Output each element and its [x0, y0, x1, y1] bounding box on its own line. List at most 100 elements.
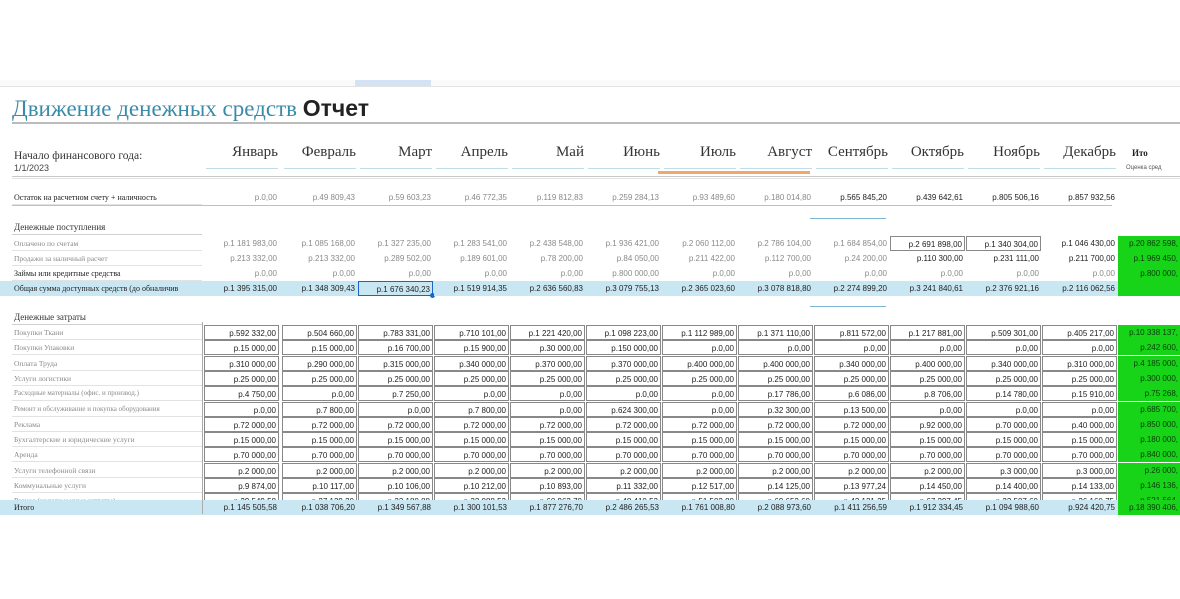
cell-value[interactable]: р.1 098 223,00 — [586, 325, 661, 340]
month-header[interactable]: Июнь — [584, 144, 660, 161]
cell-value[interactable]: р.15 000,00 — [434, 432, 509, 448]
cell-value[interactable]: р.15 000,00 — [966, 432, 1041, 448]
cell-value[interactable]: р.1 046 430,00 — [1042, 236, 1117, 251]
cell-value[interactable]: р.15 000,00 — [510, 432, 585, 448]
cell-value[interactable]: р.0,00 — [662, 386, 737, 402]
total-cell[interactable]: р.840 000, — [1118, 447, 1180, 463]
cell-value[interactable]: р.592 332,00 — [204, 325, 279, 340]
cell-value[interactable]: р.2 000,00 — [358, 462, 433, 478]
cell-value[interactable]: р.70 000,00 — [510, 447, 585, 463]
cell-value[interactable]: р.0,00 — [1042, 340, 1117, 356]
row-label[interactable]: Покупки Ткани — [12, 325, 202, 340]
cell-value[interactable]: р.340 000,00 — [814, 355, 889, 371]
cell-value[interactable]: р.14 125,00 — [738, 478, 813, 493]
total-cell[interactable]: р.10 338 137, — [1118, 325, 1180, 340]
cell-value[interactable]: р.15 000,00 — [586, 432, 661, 448]
cell-value[interactable]: р.72 000,00 — [204, 416, 279, 432]
cell-value[interactable]: р.25 000,00 — [586, 370, 661, 386]
cell-value[interactable]: р.7 800,00 — [282, 401, 357, 417]
cell-value[interactable]: р.15 000,00 — [204, 432, 279, 448]
cell-value[interactable]: р.0,00 — [890, 401, 965, 417]
cell-value[interactable]: р.180 014,80 — [738, 190, 813, 205]
cell-value[interactable]: р.15 000,00 — [358, 432, 433, 448]
cell-value[interactable]: р.0,00 — [510, 266, 585, 281]
cell-value[interactable]: р.370 000,00 — [510, 355, 585, 371]
cell-value[interactable]: р.2 000,00 — [662, 462, 737, 478]
cell-value[interactable]: р.0,00 — [586, 386, 661, 402]
row-label[interactable]: Итого — [12, 500, 202, 515]
cell-value[interactable]: р.1 038 706,20 — [282, 500, 357, 515]
cell-value[interactable]: р.15 000,00 — [890, 432, 965, 448]
cell-value[interactable]: р.72 000,00 — [586, 416, 661, 432]
cell-value[interactable]: р.3 079 755,13 — [586, 281, 661, 296]
cell-value[interactable]: р.0,00 — [966, 401, 1041, 417]
cell-value[interactable]: р.25 000,00 — [814, 370, 889, 386]
row-label[interactable]: Расходные материалы (офис. и производ.) — [12, 386, 202, 402]
cell-value[interactable]: р.46 772,35 — [434, 190, 509, 205]
month-header[interactable]: Декабрь — [1040, 144, 1116, 161]
cell-value[interactable]: р.2 438 548,00 — [510, 236, 585, 251]
cell-value[interactable]: р.1 221 420,00 — [510, 325, 585, 340]
cell-value[interactable]: р.2 000,00 — [586, 462, 661, 478]
row-label[interactable]: Оплата Труда — [12, 356, 202, 371]
month-header[interactable]: Июль — [660, 144, 736, 161]
cell-value[interactable]: р.783 331,00 — [358, 325, 433, 340]
cell-value[interactable]: р.25 000,00 — [434, 370, 509, 386]
cell-value[interactable]: р.1 395 315,00 — [204, 281, 279, 296]
total-cell[interactable]: р.1 969 450, — [1118, 251, 1180, 266]
cell-value[interactable]: р.2 786 104,00 — [738, 236, 813, 251]
cell-value[interactable]: р.0,00 — [814, 266, 889, 281]
cell-value[interactable]: р.72 000,00 — [434, 416, 509, 432]
cell-value[interactable]: р.110 300,00 — [890, 251, 965, 266]
month-header[interactable]: Февраль — [280, 144, 356, 161]
cell-value[interactable]: р.7 250,00 — [358, 386, 433, 402]
total-cell[interactable]: р.300 000, — [1118, 370, 1180, 386]
cell-value[interactable]: р.72 000,00 — [662, 416, 737, 432]
cell-value[interactable]: р.0,00 — [662, 340, 737, 356]
cell-value[interactable]: р.1 094 988,60 — [966, 500, 1041, 515]
cell-value[interactable]: р.2 000,00 — [204, 462, 279, 478]
cell-value[interactable]: р.2 060 112,00 — [662, 236, 737, 251]
cell-value[interactable]: р.0,00 — [204, 266, 279, 281]
cell-value[interactable]: р.811 572,00 — [814, 325, 889, 340]
cell-value[interactable]: р.70 000,00 — [204, 447, 279, 463]
cell-value[interactable]: р.1 684 854,00 — [814, 236, 889, 251]
cell-value[interactable]: р.0,00 — [662, 401, 737, 417]
cell-value[interactable]: р.3 000,00 — [1042, 462, 1117, 478]
cell-value[interactable]: р.1 519 914,35 — [434, 281, 509, 296]
row-label[interactable]: Услуги телефонной связи — [12, 463, 202, 478]
cell-value[interactable]: р.1 348 309,43 — [282, 281, 357, 296]
cell-value[interactable]: р.40 000,00 — [1042, 416, 1117, 432]
cell-value[interactable]: р.259 284,13 — [586, 190, 661, 205]
cell-value[interactable]: р.439 642,61 — [890, 190, 965, 205]
cell-value[interactable]: р.509 301,00 — [966, 325, 1041, 340]
cell-value[interactable]: р.0,00 — [662, 266, 737, 281]
row-label[interactable]: Покупки Упаковки — [12, 340, 202, 356]
cell-value[interactable]: р.15 000,00 — [282, 432, 357, 448]
cell-value[interactable]: р.857 932,56 — [1042, 190, 1117, 205]
cell-value[interactable]: р.2 486 265,53 — [586, 500, 661, 515]
cell-value[interactable]: р.1 676 340,23 — [358, 281, 433, 296]
cell-value[interactable]: р.800 000,00 — [586, 266, 661, 281]
cell-value[interactable]: р.315 000,00 — [358, 355, 433, 371]
cell-value[interactable]: р.70 000,00 — [814, 447, 889, 463]
cell-value[interactable]: р.72 000,00 — [510, 416, 585, 432]
total-cell[interactable]: р.75 268, — [1118, 386, 1180, 402]
cell-value[interactable]: р.565 845,20 — [814, 190, 889, 205]
cell-value[interactable]: р.72 000,00 — [738, 416, 813, 432]
cell-value[interactable]: р.70 000,00 — [966, 447, 1041, 463]
cell-value[interactable]: р.14 780,00 — [966, 386, 1041, 402]
cell-value[interactable]: р.32 300,00 — [738, 401, 813, 417]
row-label[interactable]: Продажи за наличный расчет — [12, 251, 202, 266]
cell-value[interactable]: р.10 106,00 — [358, 478, 433, 493]
cell-value[interactable]: р.0,00 — [738, 340, 813, 356]
cell-value[interactable]: р.1 912 334,45 — [890, 500, 965, 515]
cell-value[interactable]: р.213 332,00 — [282, 251, 357, 266]
total-header[interactable]: Ито — [1132, 148, 1148, 158]
cell-value[interactable]: р.340 000,00 — [434, 355, 509, 371]
selected-column-header[interactable] — [355, 80, 431, 86]
cell-value[interactable]: р.1 112 989,00 — [662, 325, 737, 340]
cell-value[interactable]: р.70 000,00 — [586, 447, 661, 463]
cell-value[interactable]: р.4 750,00 — [204, 386, 279, 402]
total-cell[interactable]: р.4 185 000, — [1118, 355, 1180, 371]
